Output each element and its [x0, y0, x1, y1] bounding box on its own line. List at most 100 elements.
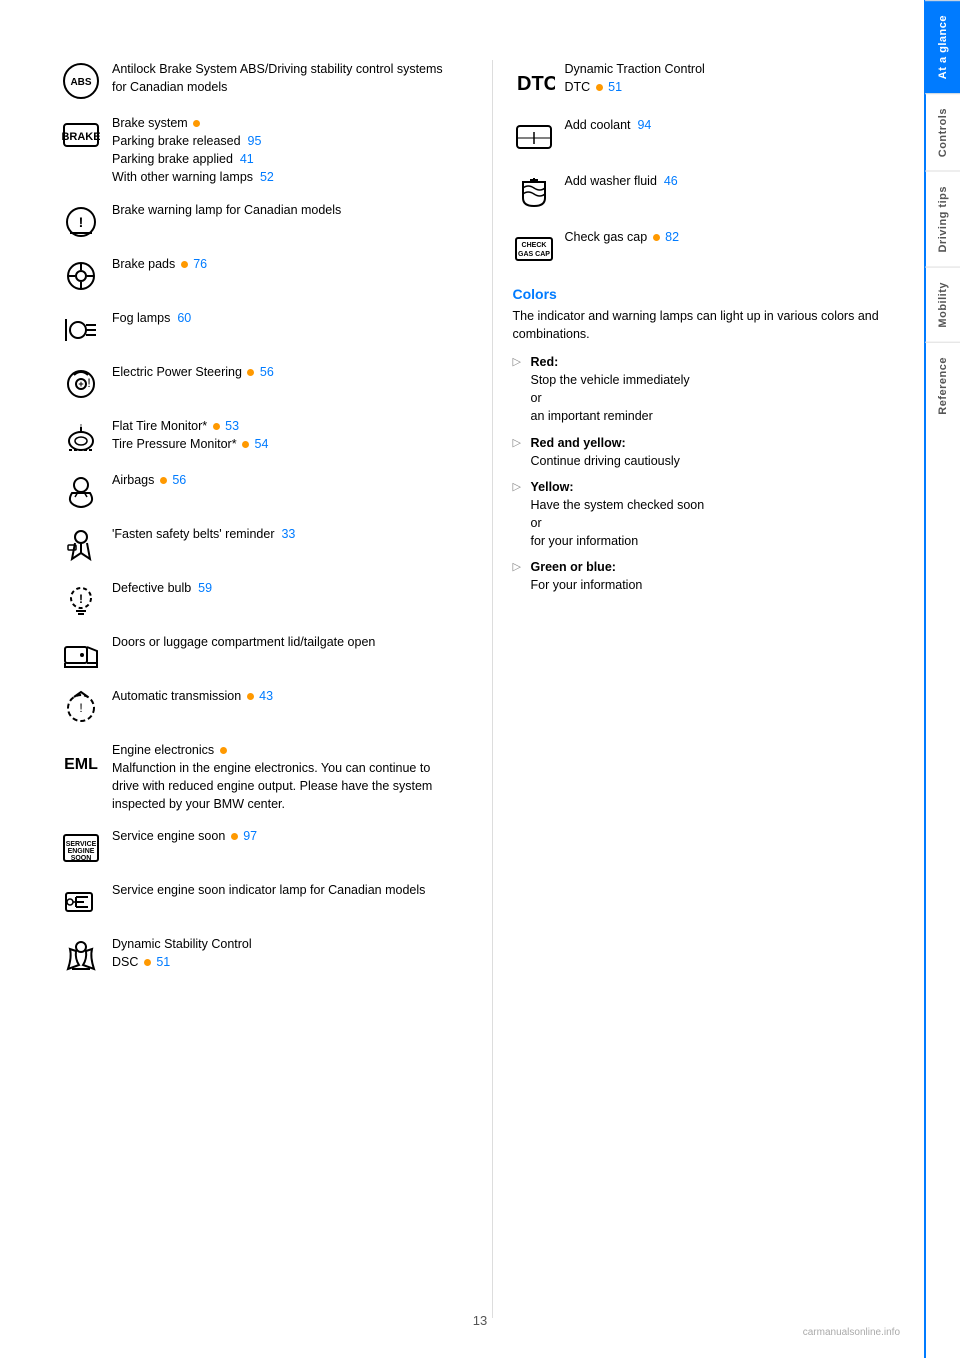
eps-ref[interactable]: 56 — [260, 365, 274, 379]
sidebar: At a glance Controls Driving tips Mobili… — [924, 0, 960, 1358]
add-washer-row: Add washer fluid 46 — [513, 172, 905, 212]
eml-dot — [220, 747, 227, 754]
eml-text: Engine electronics Malfunction in the en… — [112, 741, 452, 814]
svg-text:!: ! — [79, 701, 82, 715]
sidebar-tab-controls[interactable]: Controls — [925, 93, 960, 171]
svg-text:DTC: DTC — [517, 73, 555, 95]
check-gas-cap-icon: CHECK GAS CAP — [513, 228, 555, 268]
check-gas-ref[interactable]: 82 — [665, 230, 679, 244]
auto-trans-ref[interactable]: 43 — [259, 689, 273, 703]
seatbelt-row: 'Fasten safety belts' reminder 33 — [60, 525, 452, 565]
brake-icon: BRAKE — [60, 114, 102, 154]
brake-pads-text: Brake pads 76 — [112, 255, 452, 273]
svg-text:EML: EML — [64, 756, 98, 773]
color-red-item: ▷ Red: Stop the vehicle immediately or a… — [513, 353, 905, 426]
brake-ref-41[interactable]: 41 — [240, 152, 254, 166]
left-column: ABS Antilock Brake System ABS/Driving st… — [60, 60, 472, 1318]
dtc-ref[interactable]: 51 — [608, 80, 622, 94]
arrow-red: ▷ — [513, 355, 525, 368]
flat-tire-row: ! Flat Tire Monitor* 53 Tire Pressure Mo… — [60, 417, 452, 457]
defective-bulb-icon: ! — [60, 579, 102, 619]
fog-lamps-text: Fog lamps 60 — [112, 309, 452, 327]
arrow-yellow: ▷ — [513, 480, 525, 493]
color-red-yellow-item: ▷ Red and yellow: Continue driving cauti… — [513, 434, 905, 470]
service-engine-text: Service engine soon 97 — [112, 827, 452, 845]
defective-bulb-ref[interactable]: 59 — [198, 581, 212, 595]
dtc-dot — [596, 84, 603, 91]
eps-icon: + ! — [60, 363, 102, 403]
airbags-icon — [60, 471, 102, 511]
sidebar-tab-driving-tips[interactable]: Driving tips — [925, 171, 960, 267]
fog-ref[interactable]: 60 — [177, 311, 191, 325]
service-engine-ca-text: Service engine soon indicator lamp for C… — [112, 881, 452, 899]
fog-lamps-icon — [60, 309, 102, 349]
brakepads-dot — [181, 261, 188, 268]
add-washer-ref[interactable]: 46 — [664, 174, 678, 188]
svg-text:+: + — [78, 379, 83, 389]
svg-text:SERVICE: SERVICE — [66, 841, 97, 848]
service-engine-icon: SERVICE ENGINE SOON — [60, 827, 102, 867]
svg-text:ABS: ABS — [70, 77, 91, 88]
brake-ref-95[interactable]: 95 — [248, 134, 262, 148]
add-coolant-icon — [513, 116, 555, 156]
check-gas-cap-row: CHECK GAS CAP Check gas cap 82 — [513, 228, 905, 268]
sidebar-tab-mobility[interactable]: Mobility — [925, 267, 960, 342]
service-engine-ref[interactable]: 97 — [243, 829, 257, 843]
sidebar-tab-reference[interactable]: Reference — [925, 342, 960, 429]
add-washer-text: Add washer fluid 46 — [565, 172, 905, 190]
main-content: ABS Antilock Brake System ABS/Driving st… — [0, 0, 924, 1358]
eml-row: EML Engine electronics Malfunction in th… — [60, 741, 452, 814]
eml-icon: EML — [60, 741, 102, 781]
colors-section: Colors The indicator and warning lamps c… — [513, 286, 905, 595]
dsc-ref[interactable]: 51 — [156, 955, 170, 969]
colors-heading: Colors — [513, 286, 905, 302]
service-engine-dot — [231, 833, 238, 840]
add-coolant-row: Add coolant 94 — [513, 116, 905, 156]
service-engine-row: SERVICE ENGINE SOON Service engine soon … — [60, 827, 452, 867]
svg-text:CHECK: CHECK — [521, 242, 546, 249]
seatbelt-text: 'Fasten safety belts' reminder 33 — [112, 525, 452, 543]
doors-row: Doors or luggage compartment lid/tailgat… — [60, 633, 452, 673]
flat-tire-icon: ! — [60, 417, 102, 457]
add-coolant-ref[interactable]: 94 — [637, 118, 651, 132]
sidebar-tab-at-a-glance[interactable]: At a glance — [925, 0, 960, 93]
service-engine-ca-icon — [60, 881, 102, 921]
auto-trans-dot — [247, 693, 254, 700]
color-yellow-text: Yellow: Have the system checked soon or … — [531, 478, 705, 551]
auto-trans-row: ! Automatic transmission 43 — [60, 687, 452, 727]
check-gas-cap-text: Check gas cap 82 — [565, 228, 905, 246]
eps-dot — [247, 369, 254, 376]
dsc-dot — [144, 959, 151, 966]
dsc-text: Dynamic Stability Control DSC 51 — [112, 935, 452, 971]
svg-text:SOON: SOON — [71, 855, 92, 862]
tire-pressure-ref[interactable]: 54 — [255, 437, 269, 451]
svg-text:BRAKE: BRAKE — [62, 131, 100, 143]
abs-row: ABS Antilock Brake System ABS/Driving st… — [60, 60, 452, 100]
add-coolant-text: Add coolant 94 — [565, 116, 905, 134]
svg-text:!: ! — [87, 376, 90, 390]
airbags-ref[interactable]: 56 — [172, 473, 186, 487]
svg-text:ENGINE: ENGINE — [68, 848, 95, 855]
brake-system-label: Brake system — [112, 116, 202, 130]
svg-text:!: ! — [79, 214, 84, 230]
eps-row: + ! Electric Power Steering 56 — [60, 363, 452, 403]
flat-tire-text: Flat Tire Monitor* 53 Tire Pressure Moni… — [112, 417, 452, 453]
flat-tire-ref[interactable]: 53 — [225, 419, 239, 433]
brake-pads-icon — [60, 255, 102, 295]
seatbelt-ref[interactable]: 33 — [281, 527, 295, 541]
add-washer-icon — [513, 172, 555, 212]
colors-intro: The indicator and warning lamps can ligh… — [513, 308, 905, 343]
service-engine-ca-row: Service engine soon indicator lamp for C… — [60, 881, 452, 921]
page-number: 13 — [473, 1313, 487, 1328]
brake-warning-icon: ! — [60, 201, 102, 241]
brakepads-ref[interactable]: 76 — [193, 257, 207, 271]
brake-warning-text: Brake warning lamp for Canadian models — [112, 201, 452, 219]
flat-tire-dot — [213, 423, 220, 430]
abs-icon: ABS — [60, 60, 102, 100]
color-green-blue-text: Green or blue: For your information — [531, 558, 643, 594]
defective-bulb-row: ! Defective bulb 59 — [60, 579, 452, 619]
brake-ref-52[interactable]: 52 — [260, 170, 274, 184]
airbags-dot — [160, 477, 167, 484]
arrow-red-yellow: ▷ — [513, 436, 525, 449]
defective-bulb-text: Defective bulb 59 — [112, 579, 452, 597]
